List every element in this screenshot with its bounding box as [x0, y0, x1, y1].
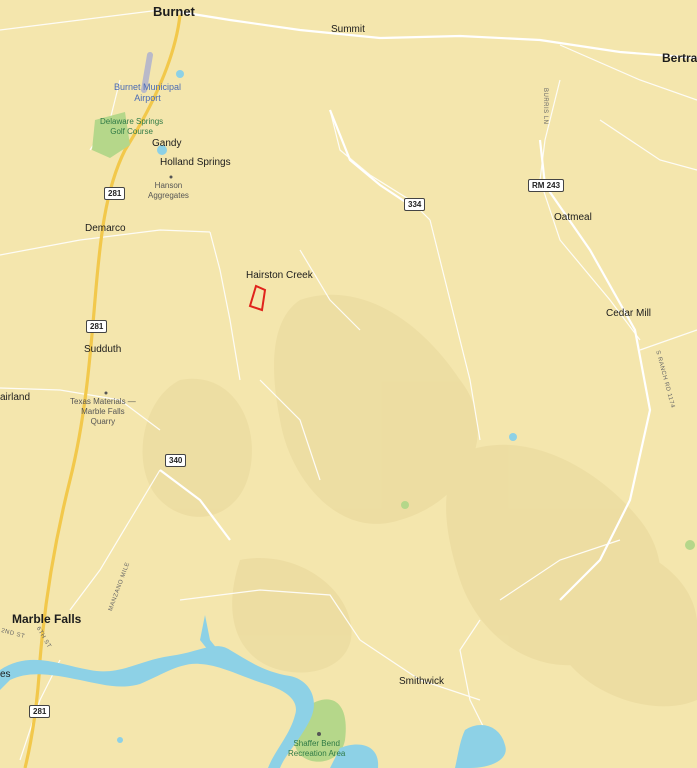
poi-label-shaffer-line2: Recreation Area	[288, 749, 346, 758]
place-label-gandy: Gandy	[152, 138, 182, 149]
poi-label-hanson-line2: Aggregates	[148, 191, 189, 200]
poi-label-airport-line2: Airport	[134, 93, 161, 103]
poi-label-quarry-line2: Marble Falls	[81, 407, 125, 416]
place-label-demarco: Demarco	[85, 223, 126, 234]
place-label-fairland: airland	[0, 392, 31, 403]
poi-label-airport: Burnet Municipal Airport	[114, 82, 181, 104]
place-label-es: es	[0, 669, 11, 680]
poi-label-quarry-line3: Quarry	[90, 417, 116, 426]
route-shield-us281-mid: 281	[86, 320, 108, 333]
route-shield-fm334: 334	[404, 198, 426, 211]
poi-label-quarry-line1: Texas Materials —	[70, 397, 136, 406]
place-label-marble-falls: Marble Falls	[12, 612, 82, 626]
place-label-bertram: Bertra	[662, 51, 697, 65]
route-shield-us281-north: 281	[104, 187, 126, 200]
place-label-sudduth: Sudduth	[84, 344, 122, 355]
place-label-smithwick: Smithwick	[399, 676, 445, 687]
street-label-burris-ln: BURRIS LN	[542, 88, 548, 125]
poi-label-golf-course: Delaware Springs Golf Course	[100, 117, 163, 137]
poi-label-texas-materials-quarry: Texas Materials — Marble Falls Quarry	[70, 397, 136, 427]
route-shield-us281-south: 281	[29, 705, 51, 718]
place-label-hairston-creek: Hairston Creek	[246, 270, 313, 281]
poi-label-golf-line2: Golf Course	[110, 127, 153, 136]
poi-label-hanson-line1: Hanson	[154, 181, 183, 190]
poi-label-shaffer-line1: Shaffer Bend	[293, 739, 340, 748]
map-base-layer	[0, 0, 697, 768]
place-label-cedar-mill: Cedar Mill	[606, 308, 652, 319]
poi-label-airport-line1: Burnet Municipal	[114, 82, 182, 92]
place-label-holland-springs: Holland Springs	[160, 157, 231, 168]
place-label-oatmeal: Oatmeal	[554, 212, 592, 223]
poi-label-golf-line1: Delaware Springs	[100, 117, 164, 126]
map-view[interactable]: Burnet Summit Bertra Gandy Holland Sprin…	[0, 0, 697, 768]
place-label-summit: Summit	[331, 24, 365, 35]
poi-label-hanson-aggregates: Hanson Aggregates	[148, 181, 189, 201]
route-shield-fm340: 340	[165, 454, 187, 467]
place-label-burnet: Burnet	[153, 4, 195, 19]
poi-label-shaffer-bend: Shaffer Bend Recreation Area	[288, 739, 345, 759]
route-shield-rm243: RM 243	[528, 179, 565, 192]
